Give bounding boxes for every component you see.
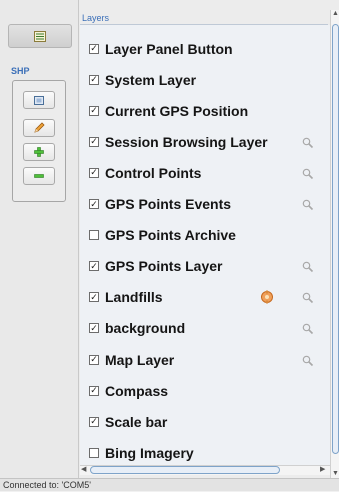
- layer-row: GPS Points Archive: [80, 220, 330, 251]
- layer-checkbox[interactable]: ✓: [89, 167, 99, 178]
- shp-label: SHP: [11, 66, 30, 76]
- select-icon: [34, 95, 44, 105]
- layer-label: System Layer: [105, 71, 197, 88]
- layer-row: ✓ Session Browsing Layer: [80, 126, 330, 157]
- layer-label: Bing Imagery: [105, 444, 194, 461]
- layer-checkbox[interactable]: [89, 447, 99, 458]
- horizontal-scroll-thumb[interactable]: [90, 466, 280, 474]
- layer-checkbox[interactable]: ✓: [89, 292, 99, 303]
- left-toolbar: SHP: [0, 0, 79, 478]
- status-bar: Connected to: 'COM5': [0, 478, 339, 491]
- layer-row: ✓ Layer Panel Button: [80, 33, 330, 64]
- remove-button[interactable]: [23, 167, 55, 185]
- scroll-up-icon[interactable]: ▲: [332, 10, 339, 17]
- list-icon: [34, 30, 46, 42]
- vertical-scrollbar[interactable]: ▲ ▼: [330, 10, 339, 480]
- zoom-to-layer-icon[interactable]: [302, 136, 314, 148]
- minus-icon: [34, 174, 44, 178]
- layer-row: ✓ GPS Points Events: [80, 189, 330, 220]
- scroll-left-icon[interactable]: ◀: [81, 465, 86, 473]
- plus-icon: [34, 147, 44, 157]
- edit-button[interactable]: [23, 119, 55, 137]
- layer-label: GPS Points Layer: [105, 258, 223, 275]
- layer-checkbox[interactable]: [89, 230, 99, 241]
- layer-row: ✓ Current GPS Position: [80, 95, 330, 126]
- zoom-to-layer-icon[interactable]: [302, 167, 314, 179]
- scroll-down-icon[interactable]: ▼: [332, 470, 339, 477]
- layer-label: GPS Points Events: [105, 196, 232, 212]
- layer-checkbox[interactable]: ✓: [89, 136, 99, 147]
- layer-checkbox[interactable]: ✓: [89, 199, 99, 209]
- layer-row: ✓ Control Points: [80, 157, 330, 188]
- layer-label: Current GPS Position: [105, 102, 249, 119]
- layer-label: Landfills: [105, 289, 163, 306]
- scroll-right-icon[interactable]: ▶: [320, 465, 325, 473]
- panel-title: Layers: [82, 13, 110, 23]
- layer-checkbox[interactable]: ✓: [89, 385, 99, 396]
- pencil-icon: [34, 122, 45, 133]
- layer-row: ✓ System Layer: [80, 64, 330, 95]
- layer-panel-button[interactable]: [8, 24, 72, 48]
- layer-label: GPS Points Archive: [105, 227, 236, 244]
- zoom-to-layer-icon[interactable]: [302, 354, 314, 366]
- shp-tool-group: [12, 80, 66, 202]
- layer-label: Control Points: [105, 164, 202, 181]
- layer-checkbox[interactable]: ✓: [89, 105, 99, 116]
- layer-list: ✓ Layer Panel Button ✓ System Layer ✓ Current…: [80, 25, 330, 465]
- layer-label: Layer Panel Button: [105, 40, 233, 57]
- layers-window: SHP Layers ✓ Layer Panel Button ✓ System…: [0, 0, 339, 491]
- select-button[interactable]: [23, 91, 55, 109]
- layer-checkbox[interactable]: ✓: [89, 354, 99, 365]
- zoom-to-layer-icon[interactable]: [302, 322, 314, 335]
- layer-row: Bing Imagery: [80, 437, 330, 468]
- layer-label: Map Layer: [105, 351, 175, 368]
- vertical-scroll-thumb[interactable]: [332, 24, 339, 454]
- horizontal-scrollbar[interactable]: ◀ ▶: [80, 465, 330, 475]
- layer-label: Compass: [105, 382, 169, 399]
- add-button[interactable]: [23, 143, 55, 161]
- layer-row: ✓ Scale bar: [80, 406, 330, 437]
- layer-label: background: [105, 320, 186, 337]
- layer-checkbox[interactable]: ✓: [89, 323, 99, 334]
- zoom-to-layer-icon[interactable]: [302, 198, 314, 211]
- layer-checkbox[interactable]: ✓: [89, 43, 99, 54]
- layer-row: ✓ GPS Points Layer: [80, 251, 330, 282]
- layer-row: ✓ background: [80, 313, 330, 344]
- zoom-to-layer-icon[interactable]: [302, 260, 314, 273]
- layer-label: Scale bar: [105, 413, 168, 430]
- zoom-to-layer-icon[interactable]: [302, 291, 314, 304]
- layer-checkbox[interactable]: ✓: [89, 416, 99, 427]
- layer-row: ✓ Compass: [80, 375, 330, 406]
- layer-checkbox[interactable]: ✓: [89, 74, 99, 85]
- layer-row: ✓ Landfills: [80, 282, 330, 313]
- layer-settings-icon[interactable]: [260, 290, 274, 304]
- layer-row: ✓ Map Layer: [80, 344, 330, 375]
- layer-checkbox[interactable]: ✓: [89, 261, 99, 272]
- layer-label: Session Browsing Layer: [105, 133, 268, 150]
